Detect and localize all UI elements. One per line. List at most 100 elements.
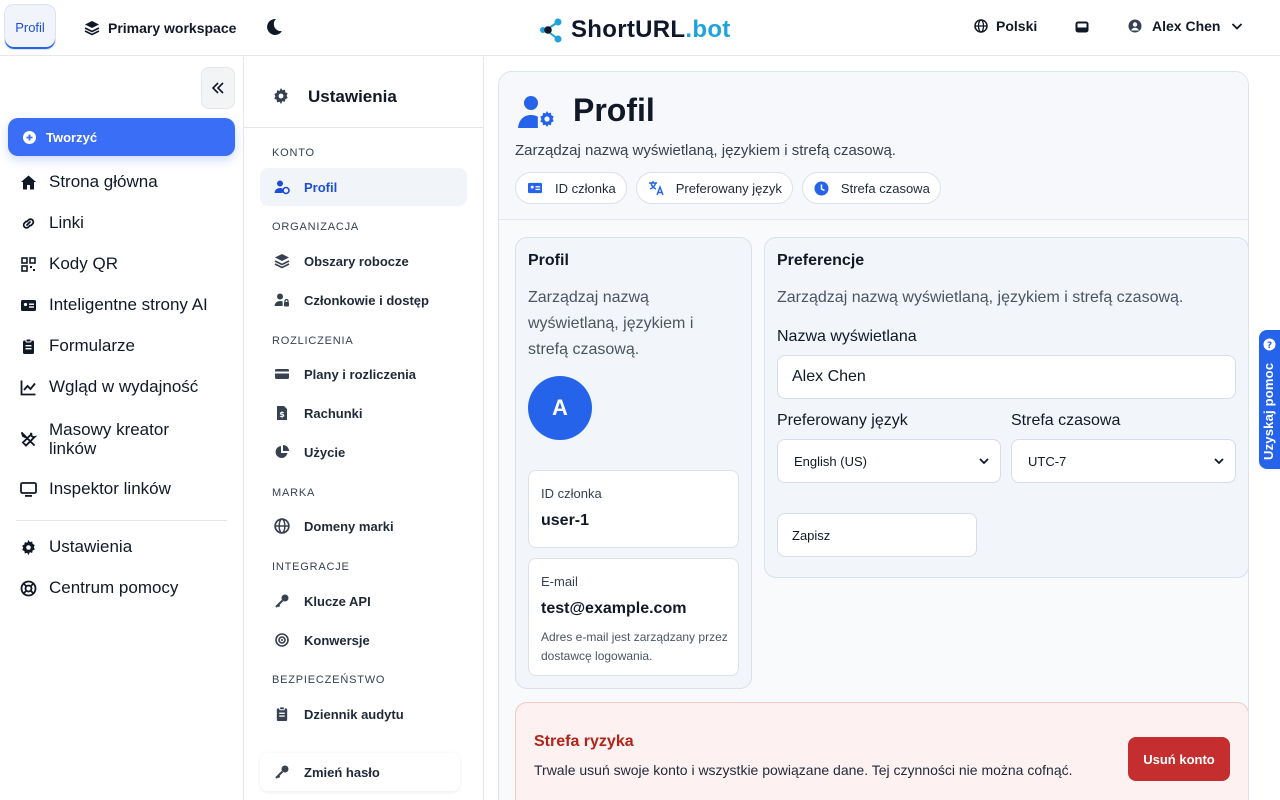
page-title: Profil bbox=[573, 92, 655, 128]
qr-icon bbox=[21, 256, 36, 272]
sidebar-item-qr-codes[interactable]: Kody QR bbox=[20, 254, 118, 274]
get-help-label: Uzyskaj pomoc bbox=[1261, 362, 1276, 460]
invoice-icon: $ bbox=[277, 406, 287, 420]
moon-icon[interactable] bbox=[264, 17, 284, 37]
settings-item-label: Członkowie i dostęp bbox=[304, 292, 429, 308]
email-label: E-mail bbox=[541, 574, 578, 589]
settings-item-label: Konwersje bbox=[304, 632, 370, 648]
user-menu[interactable]: Alex Chen bbox=[1128, 18, 1244, 34]
clipboard-icon bbox=[23, 338, 34, 354]
language-switcher[interactable]: Polski bbox=[974, 18, 1037, 34]
language-select[interactable]: English (US) bbox=[777, 439, 1001, 483]
sidebar-item-label: Inteligentne strony AI bbox=[49, 295, 208, 314]
sidebar-item-bulk-creator[interactable]: Masowy kreator linków bbox=[20, 420, 210, 458]
language-label: Preferowany język bbox=[777, 412, 908, 429]
user-gear-icon bbox=[518, 96, 554, 128]
key-icon bbox=[275, 765, 289, 779]
user-gear-icon bbox=[274, 180, 290, 195]
profile-panel: Profil Zarządzaj nazwą wyświetlaną, języ… bbox=[498, 71, 1249, 800]
page-subtitle: Zarządzaj nazwą wyświetlaną, językiem i … bbox=[515, 142, 896, 159]
sidebar: Tworzyć Strona główna Linki Kody QR Inte… bbox=[0, 57, 244, 800]
inbox-icon[interactable] bbox=[1074, 19, 1090, 35]
sidebar-item-label: Masowy kreator linków bbox=[49, 420, 169, 458]
chevron-down-icon bbox=[979, 458, 989, 465]
globe-icon bbox=[974, 19, 988, 33]
settings-item-change-password[interactable]: Zmień hasło bbox=[260, 753, 460, 791]
sidebar-item-ai-pages[interactable]: Inteligentne strony AI bbox=[20, 295, 208, 315]
section-billing: ROZLICZENIA bbox=[272, 335, 354, 347]
chip-language[interactable]: Preferowany język bbox=[635, 172, 793, 204]
settings-item-api-keys[interactable]: Klucze API bbox=[260, 582, 467, 620]
user-name: Alex Chen bbox=[1152, 18, 1221, 34]
settings-item-workspaces[interactable]: Obszary robocze bbox=[260, 242, 467, 280]
user-lock-icon bbox=[274, 293, 289, 307]
create-label: Tworzyć bbox=[46, 129, 98, 145]
settings-item-label: Klucze API bbox=[304, 593, 371, 609]
chip-label: Strefa czasowa bbox=[840, 180, 930, 196]
sidebar-item-help-center[interactable]: Centrum pomocy bbox=[20, 578, 178, 598]
logo-text: ShortURL bbox=[571, 16, 686, 43]
sidebar-item-forms[interactable]: Formularze bbox=[20, 336, 135, 356]
settings-item-audit-log[interactable]: Dziennik audytu bbox=[260, 695, 467, 733]
settings-item-plans[interactable]: Plany i rozliczenia bbox=[260, 355, 467, 393]
clock-icon bbox=[814, 181, 829, 195]
sidebar-item-link-inspector[interactable]: Inspektor linków bbox=[20, 479, 171, 499]
create-button[interactable]: Tworzyć bbox=[8, 118, 235, 156]
timezone-select[interactable]: UTC-7 bbox=[1011, 439, 1236, 483]
id-card-icon bbox=[21, 299, 36, 311]
link-icon bbox=[22, 217, 35, 229]
logo-suffix: .bot bbox=[685, 16, 731, 43]
id-card-icon bbox=[528, 182, 542, 194]
svg-text:$: $ bbox=[279, 410, 285, 419]
timezone-select-value: UTC-7 bbox=[1028, 453, 1067, 469]
sidebar-item-home[interactable]: Strona główna bbox=[20, 172, 158, 192]
settings-item-usage[interactable]: Użycie bbox=[260, 433, 467, 471]
settings-item-label: Plany i rozliczenia bbox=[304, 366, 416, 382]
profile-card-title: Profil bbox=[528, 252, 569, 269]
settings-title: Ustawienia bbox=[308, 87, 397, 106]
delete-account-button[interactable]: Usuń konto bbox=[1128, 737, 1230, 781]
settings-nav: Ustawienia KONTO Profil ORGANIZACJA Obsz… bbox=[244, 57, 484, 800]
logo[interactable]: ShortURL.bot bbox=[537, 14, 731, 46]
gear-icon bbox=[22, 539, 35, 555]
member-id-value: user-1 bbox=[541, 512, 590, 529]
translate-icon bbox=[648, 181, 664, 196]
settings-item-label: Użycie bbox=[304, 444, 346, 460]
collapse-sidebar-button[interactable] bbox=[201, 67, 235, 109]
email-box: E-mail test@example.com Adres e-mail jes… bbox=[528, 558, 739, 676]
sidebar-item-label: Centrum pomocy bbox=[49, 578, 179, 597]
preferences-title: Preferencje bbox=[777, 252, 865, 269]
page-header: Profil Zarządzaj nazwą wyświetlaną, języ… bbox=[499, 72, 1248, 220]
avatar: A bbox=[528, 376, 592, 440]
chip-timezone[interactable]: Strefa czasowa bbox=[801, 172, 941, 204]
tab-profil[interactable]: Profil bbox=[4, 4, 56, 50]
chip-member-id[interactable]: ID członka bbox=[515, 172, 627, 204]
chip-label: Preferowany język bbox=[675, 180, 782, 196]
tools-icon bbox=[21, 431, 37, 447]
pie-chart-icon bbox=[275, 445, 289, 458]
email-note: Adres e-mail jest zarządzany przez dosta… bbox=[541, 630, 728, 663]
settings-item-label: Rachunki bbox=[304, 405, 363, 421]
sidebar-divider bbox=[16, 520, 227, 521]
globe-icon bbox=[274, 518, 290, 534]
display-name-input[interactable]: Alex Chen bbox=[777, 355, 1236, 399]
sidebar-item-insights[interactable]: Wgląd w wydajność bbox=[20, 377, 198, 397]
sidebar-item-links[interactable]: Linki bbox=[20, 213, 84, 233]
sidebar-item-settings[interactable]: Ustawienia bbox=[20, 537, 132, 557]
get-help-tab[interactable]: ? Uzyskaj pomoc bbox=[1259, 330, 1280, 469]
sidebar-item-label: Formularze bbox=[49, 336, 135, 355]
save-button[interactable]: Zapisz bbox=[777, 513, 977, 557]
settings-item-conversions[interactable]: Konwersje bbox=[260, 621, 467, 659]
workspace-switcher[interactable]: Primary workspace bbox=[84, 18, 236, 38]
settings-item-profile[interactable]: Profil bbox=[260, 168, 467, 206]
settings-item-invoices[interactable]: $ Rachunki bbox=[260, 394, 467, 432]
sidebar-item-label: Ustawienia bbox=[49, 537, 133, 556]
section-account: KONTO bbox=[272, 147, 315, 159]
sidebar-item-label: Linki bbox=[49, 213, 84, 232]
settings-item-domains[interactable]: Domeny marki bbox=[260, 507, 467, 545]
layers-icon bbox=[274, 254, 290, 269]
settings-item-members[interactable]: Członkowie i dostęp bbox=[260, 281, 467, 319]
chart-icon bbox=[20, 380, 36, 395]
timezone-label: Strefa czasowa bbox=[1011, 412, 1121, 429]
settings-item-label: Obszary robocze bbox=[304, 253, 409, 269]
